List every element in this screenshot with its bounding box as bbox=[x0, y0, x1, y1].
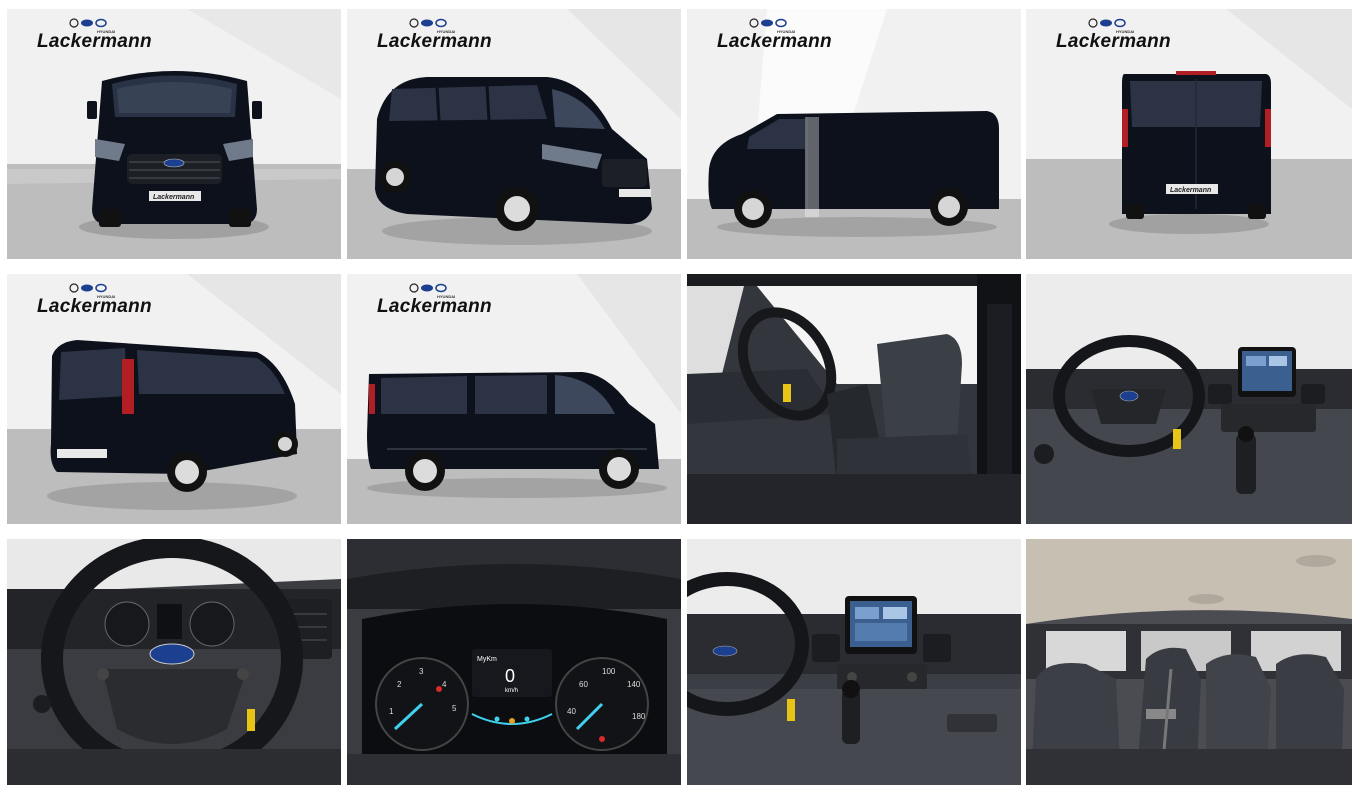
svg-text:140: 140 bbox=[627, 680, 641, 689]
photo-center-console[interactable] bbox=[687, 539, 1021, 785]
svg-text:5: 5 bbox=[452, 704, 457, 713]
svg-text:180: 180 bbox=[632, 712, 646, 721]
dealer-name: Lackermann bbox=[37, 296, 152, 317]
speed-readout: 0 bbox=[505, 666, 515, 686]
photo-front-three-quarter[interactable]: HYUNDAI Lackermann bbox=[347, 9, 681, 259]
photo-steering-wheel[interactable] bbox=[7, 539, 341, 785]
photo-rear-seats[interactable] bbox=[1026, 539, 1352, 785]
photo-rear[interactable]: HYUNDAI Lackermann Lackermann bbox=[1026, 9, 1352, 259]
license-plate: Lackermann bbox=[153, 194, 194, 201]
dealer-name: Lackermann bbox=[377, 31, 492, 52]
speed-unit: km/h bbox=[505, 688, 518, 694]
svg-text:60: 60 bbox=[579, 680, 588, 689]
dealer-name: Lackermann bbox=[37, 31, 152, 52]
photo-rear-three-quarter[interactable]: HYUNDAI Lackermann bbox=[7, 274, 341, 524]
cluster-display-label: MyKm bbox=[477, 656, 497, 663]
photo-driver-seat[interactable] bbox=[687, 274, 1021, 524]
license-plate: Lackermann bbox=[1170, 187, 1211, 194]
photo-front[interactable]: HYUNDAI Lackermann Lackermann bbox=[7, 9, 341, 259]
svg-text:100: 100 bbox=[602, 667, 616, 676]
dealer-name: Lackermann bbox=[1056, 31, 1171, 52]
svg-text:2: 2 bbox=[397, 680, 402, 689]
photo-instrument-cluster[interactable]: 1 2 3 4 5 40 60 100 140 180 MyKm 0 km/h bbox=[347, 539, 681, 785]
svg-text:40: 40 bbox=[567, 707, 576, 716]
photo-side-left[interactable]: HYUNDAI Lackermann bbox=[687, 9, 1021, 259]
dealer-name: Lackermann bbox=[717, 31, 832, 52]
photo-gallery: HYUNDAI Lackermann Lackermann HYUNDAI La… bbox=[7, 9, 1352, 785]
photo-side-right[interactable]: HYUNDAI Lackermann bbox=[347, 274, 681, 524]
svg-text:3: 3 bbox=[419, 667, 424, 676]
photo-dashboard[interactable] bbox=[1026, 274, 1352, 524]
svg-text:4: 4 bbox=[442, 680, 447, 689]
dealer-name: Lackermann bbox=[377, 296, 492, 317]
svg-text:1: 1 bbox=[389, 707, 394, 716]
